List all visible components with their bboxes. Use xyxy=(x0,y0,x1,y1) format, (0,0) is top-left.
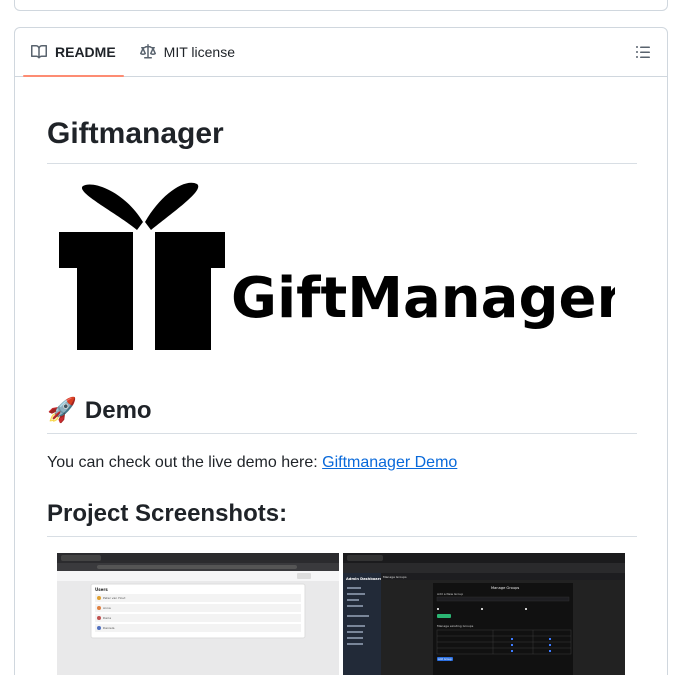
svg-text:Daria: Daria xyxy=(103,616,111,620)
svg-text:Anna: Anna xyxy=(103,606,111,610)
svg-text:Manage Groups: Manage Groups xyxy=(491,586,519,590)
svg-text:Users: Users xyxy=(95,587,108,592)
svg-text:Admin Dashboard: Admin Dashboard xyxy=(346,577,382,581)
list-unordered-icon xyxy=(636,46,650,58)
demo-heading: 🚀 Demo xyxy=(47,396,637,434)
screenshots-row: Users Peter van Hout Anna Daria Daniela xyxy=(47,552,637,675)
law-icon xyxy=(139,44,156,59)
readme-panel: README MIT license Giftmanager GiftManag… xyxy=(14,27,668,675)
svg-text:Add Group: Add Group xyxy=(438,657,452,661)
readme-title: Giftmanager xyxy=(47,115,637,164)
gift-logo-icon: GiftManager xyxy=(59,182,615,350)
svg-text:Manage existing Groups: Manage existing Groups xyxy=(437,624,474,628)
svg-text:GiftManager: GiftManager xyxy=(231,266,615,331)
demo-text: You can check out the live demo here: xyxy=(47,453,323,471)
svg-text:Add a New Group: Add a New Group xyxy=(437,592,463,596)
giftmanager-logo: GiftManager xyxy=(47,180,637,356)
screenshot-admin[interactable]: Admin Dashboard Manage Groups Manage Gro… xyxy=(343,552,625,675)
table-of-contents-button[interactable] xyxy=(633,42,653,62)
readme-content: Giftmanager GiftManager 🚀 Demo You can c… xyxy=(47,78,637,675)
screenshots-heading: Project Screenshots: xyxy=(47,499,637,537)
rocket-icon: 🚀 xyxy=(47,396,77,424)
svg-text:Manage Groups: Manage Groups xyxy=(383,575,407,579)
screenshot-users[interactable]: Users Peter van Hout Anna Daria Daniela xyxy=(57,552,339,675)
tab-license[interactable]: MIT license xyxy=(132,28,243,76)
demo-paragraph: You can check out the live demo here: Gi… xyxy=(47,451,637,475)
svg-text:Peter van Hout: Peter van Hout xyxy=(103,596,126,600)
readme-tabbar: README MIT license xyxy=(15,28,667,77)
demo-link[interactable]: Giftmanager Demo xyxy=(322,454,457,471)
previous-box xyxy=(14,0,668,11)
book-icon xyxy=(31,44,47,59)
demo-heading-text: Demo xyxy=(84,396,152,424)
tab-readme[interactable]: README xyxy=(23,28,124,77)
tab-license-label: MIT license xyxy=(163,44,235,60)
tab-readme-label: README xyxy=(55,44,116,60)
svg-text:Daniela: Daniela xyxy=(103,626,115,630)
